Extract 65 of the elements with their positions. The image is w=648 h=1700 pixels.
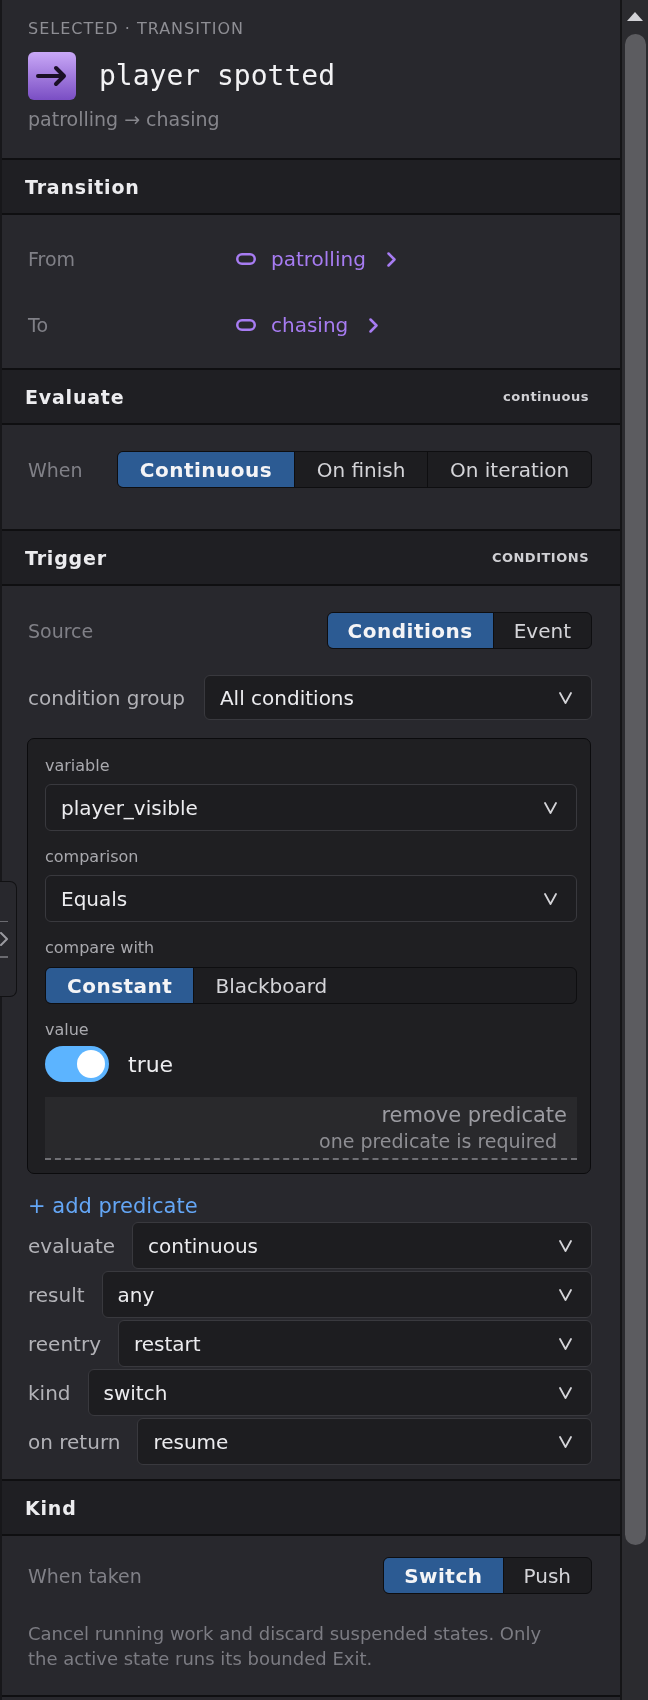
field-label: value (45, 1020, 90, 1040)
field-label: Source (28, 619, 94, 642)
dropdown[interactable]: restart (117, 1320, 592, 1367)
section-title: Trigger (25, 546, 107, 569)
segment-option[interactable]: Blackboard (193, 968, 576, 1003)
add-predicate-link[interactable]: + add predicate (28, 1194, 198, 1218)
description-text: Cancel running work and discard suspended states. Only the active state runs its bounded Exit. (28, 1622, 543, 1671)
section-title: Kind (25, 1496, 77, 1519)
capsule-icon (236, 253, 256, 265)
field-label: reentry (28, 1331, 101, 1356)
transition-title: player spotted (99, 59, 335, 93)
toggle-switch[interactable] (45, 1046, 109, 1082)
hint-text: one predicate is required (319, 1129, 557, 1154)
section-summary: CONDITIONS (491, 550, 589, 565)
field-label: When taken (28, 1564, 142, 1587)
chevron-down-icon (559, 1337, 572, 1350)
toggle-value: true (128, 1051, 174, 1077)
chevron-down-icon (559, 691, 572, 704)
field-label: on return (28, 1429, 121, 1454)
chevron-down-icon (559, 1288, 572, 1301)
field-label: When (28, 458, 84, 481)
segment-option[interactable]: On finish (293, 452, 428, 487)
field-label: comparison (45, 847, 140, 867)
segment-option[interactable]: Switch (384, 1558, 503, 1593)
segment-option[interactable]: Conditions (327, 613, 493, 648)
dropdown[interactable]: player_visible (45, 784, 577, 831)
field-label: To (28, 314, 49, 336)
segment-option[interactable]: Push (502, 1558, 591, 1593)
dropdown[interactable]: any (101, 1271, 592, 1318)
segment-option[interactable]: Constant (46, 968, 194, 1003)
chevron-down-icon (544, 892, 557, 905)
segment-option[interactable]: On iteration (427, 452, 591, 487)
field-label: variable (45, 756, 111, 776)
arrow-right-icon (28, 52, 76, 100)
field-label: evaluate (28, 1233, 116, 1258)
chevron-down-icon (544, 801, 557, 814)
capsule-icon (236, 319, 256, 331)
collapse-handle[interactable] (0, 881, 17, 997)
scroll-up-arrow-icon[interactable] (627, 12, 643, 21)
field-label: compare with (45, 938, 156, 958)
field-label: result (28, 1282, 85, 1307)
chevron-right-icon (0, 932, 8, 946)
chevron-down-icon (559, 1386, 572, 1399)
dropdown[interactable]: switch (87, 1369, 592, 1416)
dropdown[interactable]: All conditions (203, 675, 592, 720)
dropdown[interactable]: continuous (132, 1222, 592, 1269)
chevron-right-icon (369, 317, 379, 333)
section-summary: continuous (503, 389, 589, 404)
transition-path: patrolling → chasing (28, 108, 221, 130)
state-link[interactable]: patrolling (236, 247, 396, 271)
section-title: Evaluate (25, 385, 125, 408)
panel-eyebrow: SELECTED · TRANSITION (28, 18, 245, 40)
scrollbar-thumb[interactable] (624, 34, 646, 1545)
segment-option[interactable]: Event (492, 613, 591, 648)
chevron-down-icon (559, 1239, 572, 1252)
section-title: Transition (25, 175, 140, 198)
field-label: condition group (28, 685, 185, 710)
dropdown[interactable]: Equals (45, 875, 577, 922)
chevron-right-icon (386, 251, 396, 267)
field-label: From (28, 248, 77, 270)
segment-option[interactable]: Continuous (118, 452, 294, 487)
dropdown[interactable]: resume (137, 1418, 592, 1465)
chevron-down-icon (559, 1435, 572, 1448)
field-label: kind (28, 1380, 71, 1405)
state-link[interactable]: chasing (236, 313, 379, 337)
